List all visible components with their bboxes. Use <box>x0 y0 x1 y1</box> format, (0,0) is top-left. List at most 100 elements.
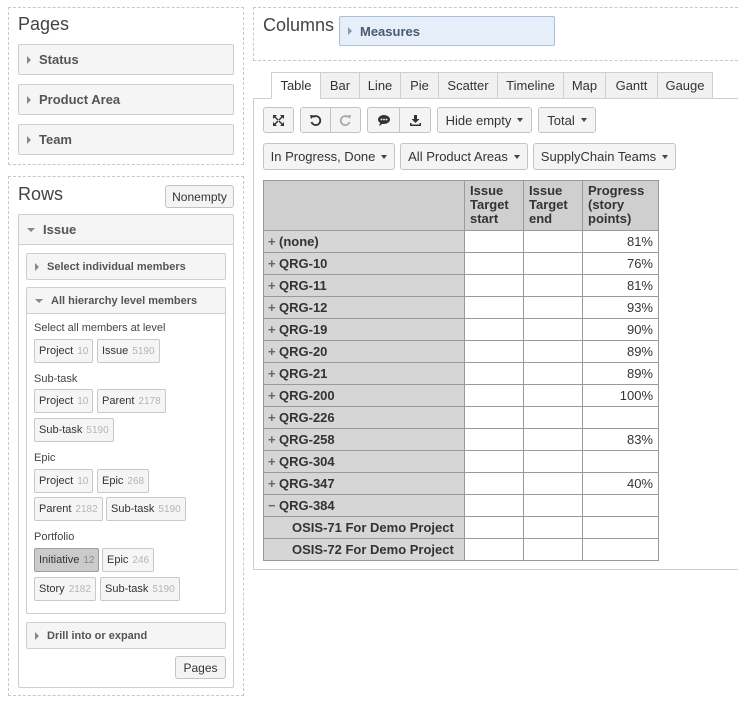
tab-gauge[interactable]: Gauge <box>657 72 713 99</box>
product-area-filter-dropdown[interactable]: All Product Areas <box>400 143 528 170</box>
chevron-down-icon <box>381 154 388 159</box>
chip-label: Sub-task <box>111 503 155 515</box>
row-header[interactable]: + QRG-11 <box>263 274 465 297</box>
chip-count: 2178 <box>138 395 161 407</box>
row-label: QRG-258 <box>279 432 335 447</box>
nonempty-button[interactable]: Nonempty <box>165 185 234 208</box>
tab-pie[interactable]: Pie <box>400 72 439 99</box>
expand-row-icon[interactable]: + <box>268 410 279 425</box>
row-header[interactable]: + QRG-258 <box>263 428 465 451</box>
drill-into-or-expand[interactable]: Drill into or expand <box>26 622 226 649</box>
pages-button[interactable]: Pages <box>175 656 226 679</box>
report-table: Issue Target start Issue Target end Prog… <box>263 180 659 561</box>
expand-row-icon[interactable]: + <box>268 300 279 315</box>
level-chip-epic[interactable]: Epic 246 <box>102 548 155 572</box>
hide-empty-dropdown[interactable]: Hide empty <box>437 107 532 133</box>
row-header[interactable]: + (none) <box>263 230 465 253</box>
progress-cell: 89% <box>582 340 659 363</box>
tab-bar[interactable]: Bar <box>320 72 360 99</box>
table-cell <box>464 230 524 253</box>
row-header[interactable]: + QRG-21 <box>263 362 465 385</box>
expand-row-icon[interactable]: + <box>268 256 279 271</box>
table-cell <box>523 428 583 451</box>
level-chip-subtask[interactable]: Sub-task 5190 <box>34 418 114 442</box>
tab-line[interactable]: Line <box>359 72 401 99</box>
tab-gantt[interactable]: Gantt <box>605 72 658 99</box>
child-row-header[interactable]: OSIS-72 For Demo Project <box>263 538 465 561</box>
expand-row-icon[interactable]: + <box>268 344 279 359</box>
all-hierarchy-level-members[interactable]: All hierarchy level members <box>26 287 226 314</box>
table-cell <box>464 340 524 363</box>
row-header[interactable]: − QRG-384 <box>263 494 465 517</box>
expand-row-icon[interactable]: + <box>268 278 279 293</box>
row-header[interactable]: + QRG-10 <box>263 252 465 275</box>
expand-row-icon[interactable]: + <box>268 366 279 381</box>
row-label: (none) <box>279 234 319 249</box>
table-cell <box>464 318 524 341</box>
pages-item-team[interactable]: Team <box>18 124 234 155</box>
expand-button[interactable] <box>263 107 294 133</box>
level-chip-epic[interactable]: Epic 268 <box>97 469 150 493</box>
level-chip-project[interactable]: Project 10 <box>34 469 94 493</box>
chip-count: 5190 <box>152 583 175 595</box>
level-chip-parent[interactable]: Parent 2178 <box>97 389 166 413</box>
row-label: QRG-384 <box>279 498 335 513</box>
total-dropdown[interactable]: Total <box>538 107 596 133</box>
undo-icon <box>310 114 322 126</box>
tab-scatter[interactable]: Scatter <box>438 72 498 99</box>
chip-count: 2182 <box>68 583 91 595</box>
level-chip-parent[interactable]: Parent 2182 <box>34 497 103 521</box>
expand-row-icon[interactable]: + <box>268 234 279 249</box>
collapse-icon[interactable]: − <box>268 498 279 513</box>
tab-table[interactable]: Table <box>271 72 321 99</box>
expand-row-icon[interactable]: + <box>268 388 279 403</box>
comment-button[interactable] <box>367 107 400 133</box>
expand-row-icon[interactable]: + <box>268 322 279 337</box>
chevron-down-icon <box>517 118 524 122</box>
row-label: QRG-200 <box>279 388 335 403</box>
row-header[interactable]: + QRG-200 <box>263 384 465 407</box>
table-cell <box>464 406 524 429</box>
column-header[interactable]: Issue Target end <box>523 180 583 231</box>
level-chip-subtask[interactable]: Sub-task 5190 <box>100 577 180 601</box>
row-header[interactable]: + QRG-226 <box>263 406 465 429</box>
level-chip-subtask[interactable]: Sub-task 5190 <box>106 497 186 521</box>
table-cell <box>523 516 583 539</box>
issue-dimension-header[interactable]: Issue <box>18 214 234 245</box>
status-filter-dropdown[interactable]: In Progress, Done <box>263 143 395 170</box>
chevron-down-icon <box>662 154 669 159</box>
pages-title: Pages <box>18 14 70 34</box>
level-chip-project[interactable]: Project 10 <box>34 389 94 413</box>
chip-label: Epic <box>107 554 129 566</box>
row-header[interactable]: + QRG-347 <box>263 472 465 495</box>
level-chip-project[interactable]: Project 10 <box>34 339 94 363</box>
chip-label: Project <box>39 475 74 487</box>
table-row: + QRG-304 <box>263 450 659 473</box>
progress-cell: 81% <box>582 274 659 297</box>
progress-cell <box>582 406 659 429</box>
team-filter-dropdown[interactable]: SupplyChain Teams <box>533 143 676 170</box>
row-header[interactable]: + QRG-304 <box>263 450 465 473</box>
expand-row-icon[interactable]: + <box>268 476 279 491</box>
level-chip-issue[interactable]: Issue 5190 <box>97 339 160 363</box>
chip-label: Parent <box>102 395 135 407</box>
level-chip-initiative[interactable]: Initiative 12 <box>34 548 100 572</box>
child-row-header[interactable]: OSIS-71 For Demo Project <box>263 516 465 539</box>
expand-row-icon[interactable]: + <box>268 432 279 447</box>
download-button[interactable] <box>399 107 431 133</box>
expand-row-icon[interactable]: + <box>268 454 279 469</box>
pages-item-status[interactable]: Status <box>18 44 234 75</box>
undo-button[interactable] <box>300 107 331 133</box>
row-header[interactable]: + QRG-19 <box>263 318 465 341</box>
level-chip-story[interactable]: Story 2182 <box>34 577 96 601</box>
tab-timeline[interactable]: Timeline <box>497 72 564 99</box>
pages-item-product-area[interactable]: Product Area <box>18 84 234 115</box>
row-header[interactable]: + QRG-20 <box>263 340 465 363</box>
row-header[interactable]: + QRG-12 <box>263 296 465 319</box>
measures-dimension[interactable]: Measures <box>339 16 555 46</box>
column-header[interactable]: Progress (story points) <box>582 180 659 231</box>
redo-button[interactable] <box>330 107 361 133</box>
column-header[interactable]: Issue Target start <box>464 180 524 231</box>
select-individual-members[interactable]: Select individual members <box>26 253 226 280</box>
tab-map[interactable]: Map <box>563 72 606 99</box>
